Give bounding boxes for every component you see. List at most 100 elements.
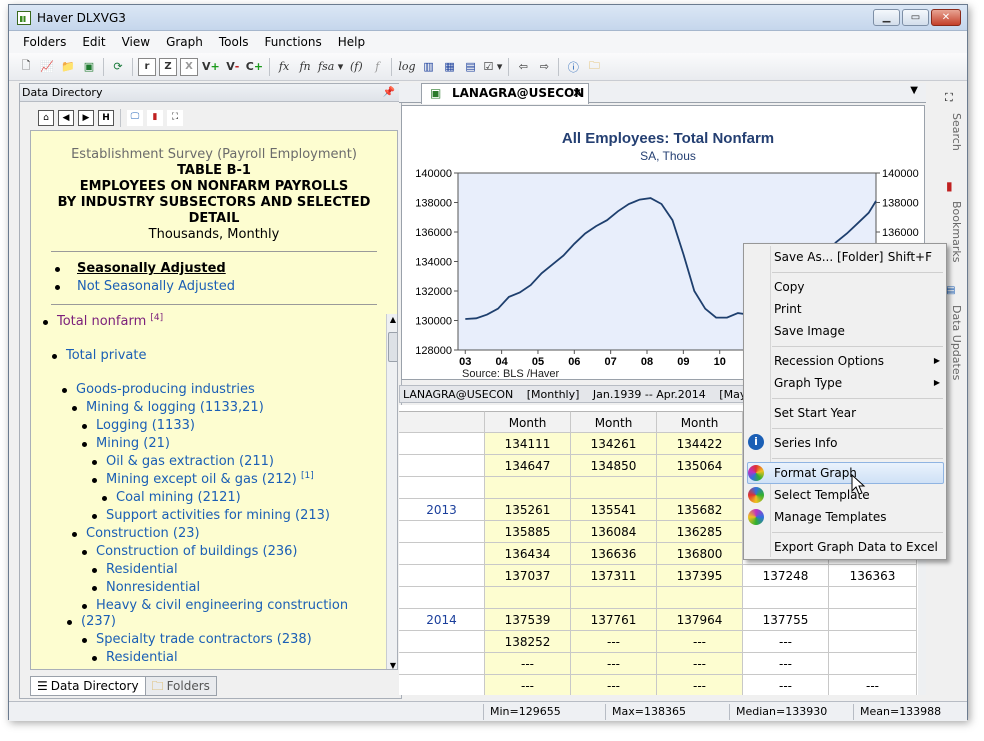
row-year[interactable] <box>399 455 485 477</box>
menu-export-excel[interactable]: Export Graph Data to Excel <box>774 540 938 554</box>
tab-data-directory[interactable]: ☰ Data Directory <box>30 676 146 696</box>
menu-tools[interactable]: Tools <box>211 35 257 49</box>
row-year[interactable] <box>399 477 485 499</box>
add-bookmark-icon[interactable]: ▮ <box>147 110 163 126</box>
grid-cell[interactable]: 136800 <box>657 543 743 565</box>
not-seasonally-adjusted-link[interactable]: Not Seasonally Adjusted <box>55 278 397 296</box>
maximize-button[interactable]: ▭ <box>902 9 929 26</box>
menu-edit[interactable]: Edit <box>74 35 113 49</box>
v-plus-icon[interactable]: V + <box>201 58 221 76</box>
row-year[interactable] <box>399 565 485 587</box>
row-year[interactable]: 2013 <box>399 499 485 521</box>
grid-cell[interactable] <box>829 631 917 653</box>
row-year[interactable] <box>399 433 485 455</box>
tree-scrollbar[interactable]: ▲ ▼ <box>386 314 397 669</box>
grid-cell[interactable] <box>829 609 917 631</box>
grid-cell[interactable]: 136434 <box>485 543 571 565</box>
tab-lanagra[interactable]: ▣ LANAGRA@USECON ✕ <box>421 83 589 104</box>
grid-cell[interactable]: 137311 <box>571 565 657 587</box>
tree-item-construction-buildings[interactable]: Construction of buildings (236) <box>82 543 298 561</box>
menu-graph[interactable]: Graph <box>158 35 211 49</box>
fx-icon[interactable]: fx <box>275 58 293 76</box>
back-icon[interactable]: ◀ <box>58 110 74 126</box>
row-year[interactable] <box>399 521 485 543</box>
arrow-left-icon[interactable]: ⇦ <box>514 58 532 76</box>
menu-view[interactable]: View <box>114 35 158 49</box>
monitor-icon[interactable]: 🖵 <box>127 110 143 126</box>
row-year[interactable] <box>399 675 485 695</box>
tree-item-coal-mining[interactable]: Coal mining (2121) <box>102 489 241 507</box>
home-icon[interactable]: ⌂ <box>38 110 54 126</box>
grid-cell[interactable]: 136363 <box>829 565 917 587</box>
fsa-icon[interactable]: fsa ▾ <box>317 58 344 76</box>
grid-cell[interactable]: 135682 <box>657 499 743 521</box>
grid-cell[interactable]: 135064 <box>657 455 743 477</box>
x-function-icon[interactable]: X <box>180 57 198 76</box>
tree-item-logging[interactable]: Logging (1133) <box>82 417 195 435</box>
grid-cell[interactable]: 136285 <box>657 521 743 543</box>
menu-recession-options[interactable]: Recession Options <box>774 354 884 368</box>
tree-item-total-nonfarm[interactable]: Total nonfarm [4] <box>42 313 163 331</box>
grid-cell[interactable]: 134422 <box>657 433 743 455</box>
row-year[interactable] <box>399 653 485 675</box>
menu-save-image[interactable]: Save Image <box>774 324 845 338</box>
c-plus-icon[interactable]: C + <box>245 58 264 76</box>
tree-item-specialty-trade[interactable]: Specialty trade contractors (238) <box>82 631 312 649</box>
grid-cell[interactable] <box>571 477 657 499</box>
menu-copy[interactable]: Copy <box>774 280 804 294</box>
grid-cell[interactable]: 135885 <box>485 521 571 543</box>
column-header[interactable]: Month <box>657 411 743 433</box>
v-minus-icon[interactable]: V- <box>224 58 242 76</box>
minimize-button[interactable]: ▁ <box>873 9 900 26</box>
menu-help[interactable]: Help <box>330 35 373 49</box>
grid-cell[interactable]: 138252 <box>485 631 571 653</box>
tree-item-mining-except[interactable]: Mining except oil & gas (212) [1] <box>92 471 314 489</box>
grid-cell[interactable]: 137761 <box>571 609 657 631</box>
grid-cell[interactable] <box>485 477 571 499</box>
refresh-icon[interactable]: ⟳ <box>109 58 127 76</box>
tree-item-heavy-civil[interactable]: Heavy & civil engineering construction <box>81 597 348 615</box>
menu-folders[interactable]: Folders <box>15 35 74 49</box>
h-icon[interactable]: H <box>98 110 114 126</box>
f-strike-icon[interactable]: f <box>368 58 386 76</box>
chart-grid-icon[interactable]: ▤ <box>462 58 480 76</box>
menu-save-as[interactable]: Save As... [Folder] <box>774 250 883 264</box>
arrow-right-icon[interactable]: ⇨ <box>535 58 553 76</box>
grid-cell[interactable]: --- <box>571 675 657 695</box>
info-icon[interactable]: ⓘ <box>564 58 582 76</box>
grid-cell[interactable]: 137037 <box>485 565 571 587</box>
row-year[interactable] <box>399 543 485 565</box>
grid-cell[interactable]: --- <box>571 653 657 675</box>
binoculars-icon[interactable]: ⛶ <box>945 91 953 105</box>
seasonally-adjusted-link[interactable]: Seasonally Adjusted <box>55 260 397 278</box>
tree-item-mining-logging[interactable]: Mining & logging (1133,21) <box>72 399 264 417</box>
forward-icon[interactable]: ▶ <box>78 110 94 126</box>
grid-cell[interactable]: 137395 <box>657 565 743 587</box>
tree-item-support-mining[interactable]: Support activities for mining (213) <box>92 507 330 525</box>
column-header[interactable]: Month <box>485 411 571 433</box>
menu-format-graph[interactable]: Format Graph <box>774 466 857 480</box>
binoculars-icon[interactable]: ⛶ <box>167 110 183 126</box>
menu-set-start-year[interactable]: Set Start Year <box>774 406 856 420</box>
grid-cell[interactable]: --- <box>571 631 657 653</box>
open-folder-icon[interactable]: 📁 <box>59 58 77 76</box>
grid-cell[interactable]: 134261 <box>571 433 657 455</box>
line-graph-icon[interactable]: 📈 <box>38 58 56 76</box>
grid-cell[interactable]: 137248 <box>743 565 829 587</box>
row-year[interactable] <box>399 631 485 653</box>
close-button[interactable]: ✕ <box>931 9 961 26</box>
grid-cell[interactable]: 135261 <box>485 499 571 521</box>
close-tab-icon[interactable]: ✕ <box>572 84 582 103</box>
excel-icon[interactable]: ▣ <box>80 58 98 76</box>
grid-cell[interactable]: --- <box>485 653 571 675</box>
grid-cell[interactable] <box>571 587 657 609</box>
tree-item-total-private[interactable]: Total private <box>51 347 146 365</box>
updates-icon[interactable]: ▤ <box>946 285 955 296</box>
tab-dropdown-icon[interactable]: ▼ <box>910 85 918 96</box>
grid-cell[interactable]: --- <box>657 675 743 695</box>
new-document-icon[interactable]: 🗋 <box>17 58 35 76</box>
bookmark-icon[interactable]: ▮ <box>946 179 953 193</box>
tree-item-residential-2[interactable]: Residential <box>92 649 178 667</box>
grid-cell[interactable]: 134647 <box>485 455 571 477</box>
grid-cell[interactable]: 137539 <box>485 609 571 631</box>
